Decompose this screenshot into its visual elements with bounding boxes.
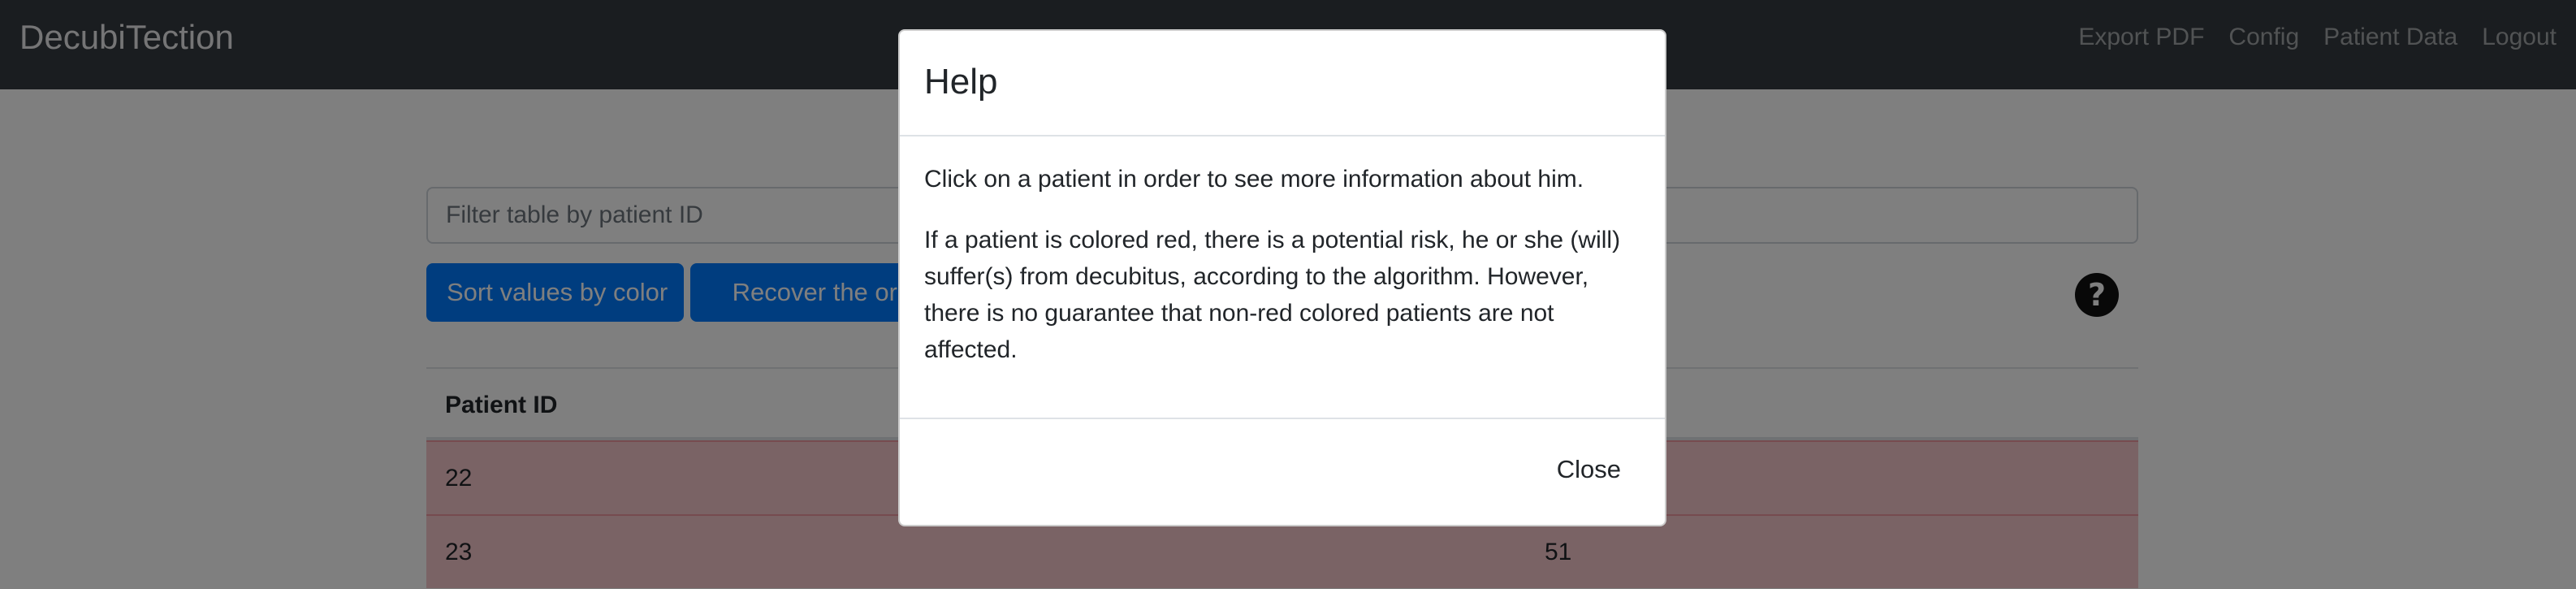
- modal-footer: Close: [900, 418, 1665, 526]
- help-paragraph: If a patient is colored red, there is a …: [924, 227, 1621, 363]
- modal-title: Help: [924, 62, 998, 102]
- modal-header: Help: [900, 31, 1665, 136]
- modal-body: Click on a patient in order to see more …: [924, 161, 1639, 392]
- help-modal: Help Click on a patient in order to see …: [898, 29, 1666, 526]
- help-paragraph: Click on a patient in order to see more …: [924, 166, 1584, 193]
- close-button[interactable]: Close: [1557, 455, 1621, 484]
